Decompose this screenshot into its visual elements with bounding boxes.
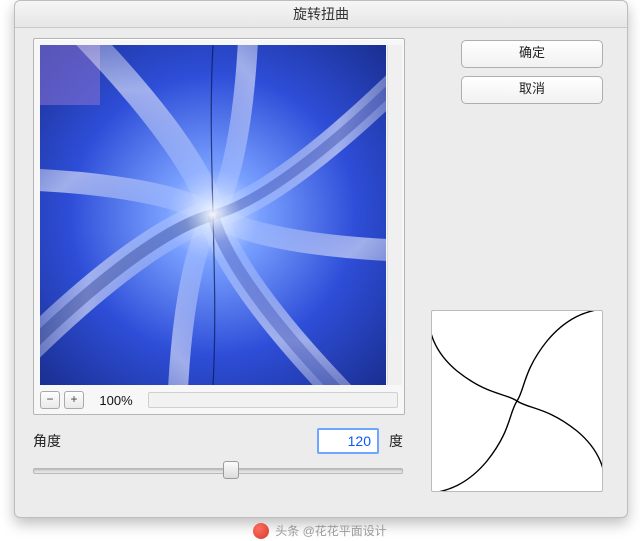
zoom-level: 100% [88,393,144,408]
watermark-text: 头条 @花花平面设计 [275,522,387,539]
ok-button[interactable]: 确定 [461,40,603,68]
zoom-out-button[interactable]: − [40,391,60,409]
preview-canvas[interactable] [40,45,386,385]
zoom-scrollbar-horizontal[interactable] [148,392,398,408]
twirl-dialog: 旋转扭曲 [14,0,628,518]
cancel-button[interactable]: 取消 [461,76,603,104]
dialog-title: 旋转扭曲 [15,1,627,28]
effect-thumbnail [431,310,603,492]
angle-unit: 度 [389,431,403,451]
angle-slider-track [33,468,403,474]
toutiao-logo-icon [253,523,269,539]
angle-slider[interactable] [33,460,403,480]
angle-label: 角度 [33,431,61,451]
dialog-content: − + 100% 角度 度 确定 取消 [15,28,627,518]
watermark: 头条 @花花平面设计 [0,522,640,539]
zoom-controls: − + 100% [40,390,398,410]
preview-scrollbar-vertical[interactable] [387,45,402,385]
angle-slider-thumb[interactable] [223,461,239,479]
angle-row: 角度 度 [33,428,403,454]
angle-input[interactable] [317,428,379,454]
preview-frame: − + 100% [33,38,405,415]
zoom-in-button[interactable]: + [64,391,84,409]
